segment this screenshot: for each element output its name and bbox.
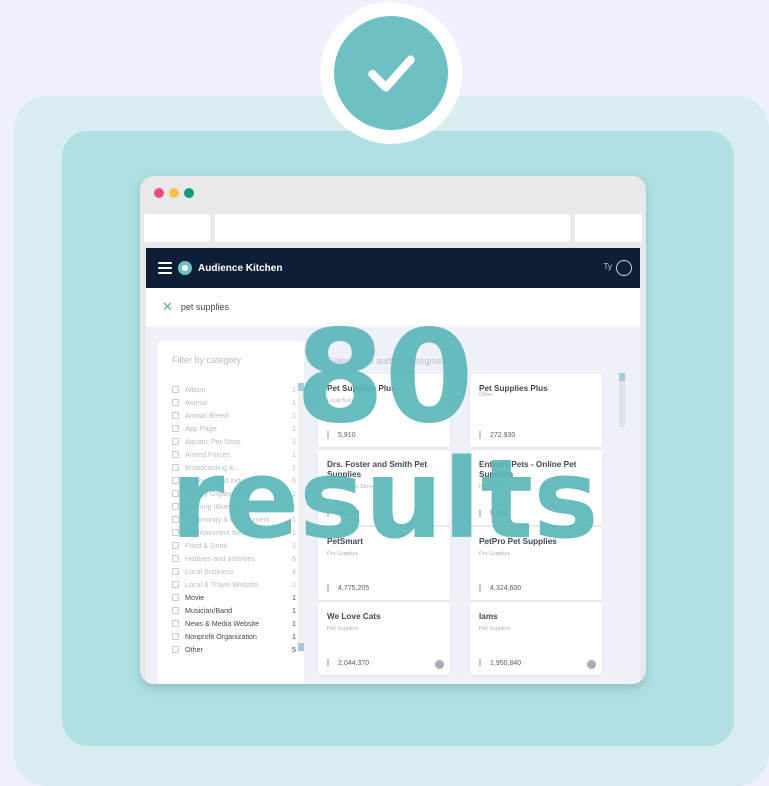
category-label: Nonprofit Organization (185, 632, 257, 641)
category-count: 1 (292, 632, 296, 641)
audience-size-marker (327, 659, 329, 667)
segment-name: We Love Cats (327, 612, 381, 621)
illustration-stage: Audience Kitchen Ty ✕ pet supplies Filte… (0, 0, 769, 786)
audience-size-marker (479, 659, 481, 667)
category-count: 4 (292, 567, 296, 576)
check-icon (334, 16, 448, 130)
category-count: 1 (292, 580, 296, 589)
category-item[interactable]: News & Media Website 1 (172, 617, 296, 630)
segment-card[interactable]: Iams Pet Supplies 1,950,840 (470, 602, 602, 675)
category-checkbox[interactable] (172, 633, 179, 640)
category-label: Local & Travel Website (185, 580, 259, 589)
audience-size: 2,044,370 (338, 660, 370, 667)
segment-type: Pet Supplies (327, 626, 359, 632)
close-dot[interactable] (154, 188, 164, 198)
segment-name: Iams (479, 612, 498, 621)
category-label: Musician/Band (185, 606, 233, 615)
search-query[interactable]: pet supplies (181, 302, 229, 312)
audience-size-marker (327, 584, 329, 592)
info-icon[interactable] (435, 660, 444, 669)
category-item[interactable]: Local Business 4 (172, 565, 296, 578)
category-checkbox[interactable] (172, 581, 179, 588)
category-label: News & Media Website (185, 619, 260, 628)
close-icon[interactable]: ✕ (162, 299, 173, 315)
browser-tab[interactable] (144, 214, 210, 242)
hamburger-icon[interactable] (158, 262, 172, 274)
category-item[interactable]: Local & Travel Website 1 (172, 578, 296, 591)
category-item[interactable]: Nonprofit Organization 1 (172, 630, 296, 643)
info-icon[interactable] (587, 660, 596, 669)
window-controls (154, 188, 194, 198)
audience-size: 1,950,840 (490, 660, 522, 667)
audience-size-marker (479, 584, 481, 592)
category-checkbox[interactable] (172, 620, 179, 627)
results-label: results (170, 435, 599, 563)
category-label: Movie (185, 593, 205, 602)
maximize-dot[interactable] (184, 188, 194, 198)
category-checkbox[interactable] (172, 568, 179, 575)
category-checkbox[interactable] (172, 646, 179, 653)
audience-size: 4,324,600 (490, 585, 522, 592)
category-count: 1 (292, 619, 296, 628)
segment-type: Pet Supplies (479, 626, 511, 632)
audience-kitchen-logo (178, 261, 192, 275)
category-item[interactable]: Other 5 (172, 643, 296, 656)
category-label: Other (185, 645, 203, 654)
browser-toolbar-area[interactable] (575, 214, 642, 242)
category-checkbox[interactable] (172, 607, 179, 614)
results-count: 80 (295, 303, 474, 452)
category-item[interactable]: Movie 1 (172, 591, 296, 604)
user-initials: Ty (603, 262, 612, 271)
audience-size: 4,775,205 (338, 585, 370, 592)
app-name: Audience Kitchen (198, 262, 283, 274)
category-count: 1 (292, 606, 296, 615)
category-count: 5 (292, 645, 296, 654)
category-checkbox[interactable] (172, 594, 179, 601)
segment-card[interactable]: We Love Cats Pet Supplies 2,044,370 (318, 602, 450, 675)
top-navbar: Audience Kitchen Ty (146, 248, 640, 288)
user-avatar-icon[interactable] (616, 260, 632, 276)
category-label: Local Business (185, 567, 234, 576)
category-item[interactable]: Musician/Band 1 (172, 604, 296, 617)
scroll-down-icon[interactable] (298, 643, 304, 651)
address-bar[interactable] (215, 214, 570, 242)
category-count: 1 (292, 593, 296, 602)
minimize-dot[interactable] (169, 188, 179, 198)
